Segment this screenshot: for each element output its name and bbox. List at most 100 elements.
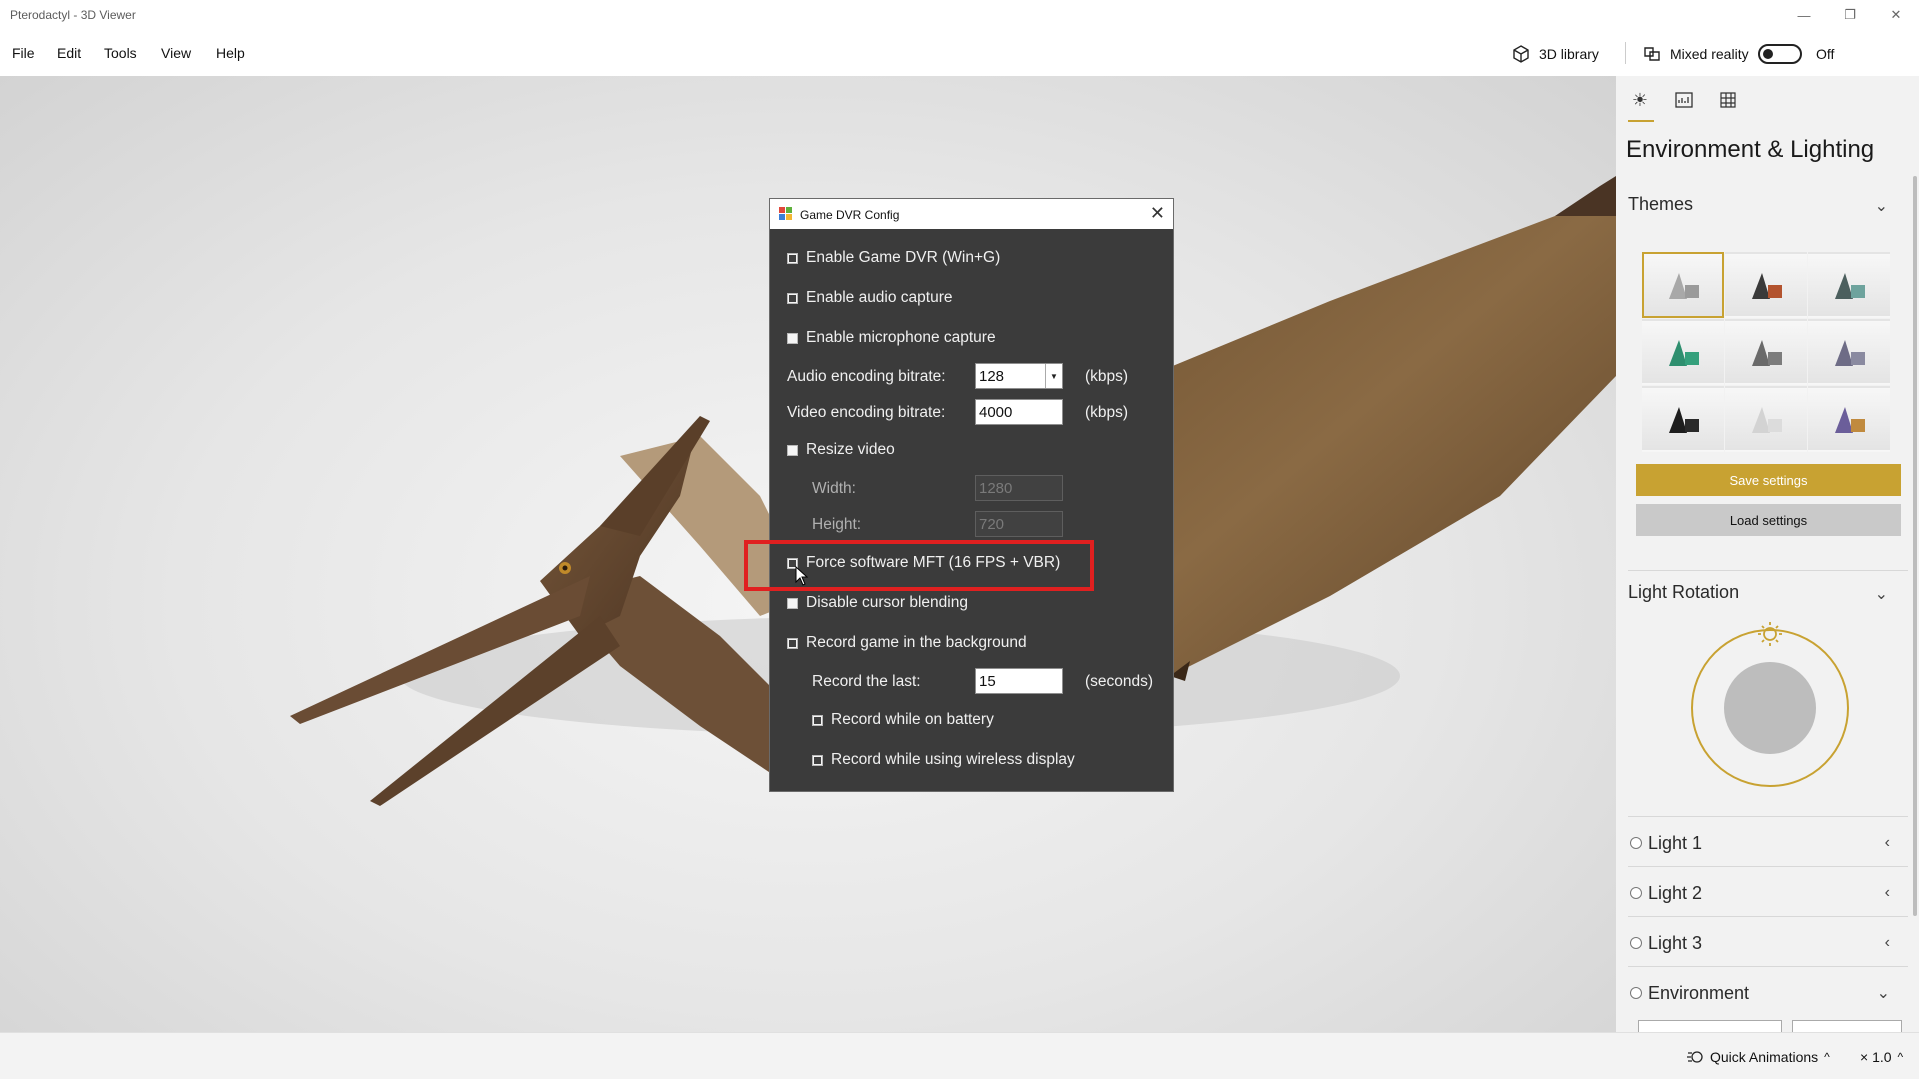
- environment-input[interactable]: [1638, 1020, 1782, 1032]
- height-input[interactable]: 720: [975, 511, 1063, 537]
- chevron-down-icon: ⌄: [1874, 586, 1888, 603]
- light-2-radio[interactable]: [1630, 887, 1642, 899]
- game-dvr-config-dialog: Game DVR Config ✕ Enable Game DVR (Win+G…: [769, 198, 1174, 792]
- enable-dvr-label: Enable Game DVR (Win+G): [806, 249, 1001, 266]
- video-bitrate-label: Video encoding bitrate:: [787, 404, 946, 421]
- 3d-library-label: 3D library: [1539, 46, 1599, 62]
- light-2-label: Light 2: [1648, 882, 1703, 903]
- light-rotation-dial[interactable]: [1686, 622, 1854, 792]
- section-divider: [1628, 916, 1908, 917]
- light-rotation-header[interactable]: Light Rotation ⌄: [1628, 582, 1900, 603]
- dialog-close-icon[interactable]: ✕: [1150, 203, 1165, 224]
- window-title: Pterodactyl - 3D Viewer: [10, 8, 136, 22]
- enable-mic-checkbox[interactable]: [787, 332, 798, 344]
- environment-row[interactable]: Environment ⌄: [1630, 978, 1902, 1008]
- enable-audio-label: Enable audio capture: [806, 289, 953, 306]
- record-last-input[interactable]: 15: [975, 668, 1063, 694]
- disable-cursor-checkbox-row[interactable]: Disable cursor blending: [787, 594, 968, 612]
- theme-swatch[interactable]: [1642, 319, 1724, 385]
- stats-tab-icon[interactable]: [1672, 88, 1696, 112]
- audio-bitrate-dropdown[interactable]: 128 ▼: [975, 363, 1063, 389]
- themes-header[interactable]: Themes ⌄: [1628, 194, 1900, 215]
- light-3-label: Light 3: [1648, 932, 1703, 953]
- theme-swatch[interactable]: [1725, 252, 1807, 318]
- width-input[interactable]: 1280: [975, 475, 1063, 501]
- theme-preview-icon: [1835, 407, 1865, 433]
- mixed-reality-toggle[interactable]: Off: [1758, 44, 1834, 64]
- light-rotation-label: Light Rotation: [1628, 582, 1740, 602]
- menu-edit[interactable]: Edit: [57, 45, 81, 61]
- active-tab-indicator: [1628, 120, 1654, 122]
- theme-swatch[interactable]: [1725, 319, 1807, 385]
- save-settings-button[interactable]: Save settings: [1636, 464, 1901, 496]
- chevron-up-icon: ^: [1897, 1050, 1904, 1064]
- animation-speed[interactable]: × 1.0 ^: [1860, 1049, 1903, 1065]
- record-wireless-checkbox-row[interactable]: Record while using wireless display: [812, 751, 1075, 769]
- height-label: Height:: [812, 516, 862, 533]
- theme-swatch[interactable]: [1808, 386, 1890, 452]
- grid-icon: [1720, 92, 1736, 108]
- theme-swatch[interactable]: [1725, 386, 1807, 452]
- enable-dvr-checkbox-row[interactable]: Enable Game DVR (Win+G): [787, 249, 1000, 267]
- dropdown-arrow-icon[interactable]: ▼: [1045, 364, 1062, 388]
- toggle-switch[interactable]: [1758, 44, 1802, 64]
- record-bg-checkbox[interactable]: [787, 637, 798, 649]
- sun-icon: [1758, 622, 1782, 646]
- menu-help[interactable]: Help: [216, 45, 245, 61]
- theme-preview-icon: [1669, 273, 1699, 299]
- theme-swatch[interactable]: [1808, 252, 1890, 318]
- record-battery-checkbox-row[interactable]: Record while on battery: [812, 711, 994, 729]
- restore-button[interactable]: ❐: [1827, 0, 1873, 30]
- light-2-row[interactable]: Light 2 ‹: [1630, 878, 1902, 908]
- section-divider: [1628, 816, 1908, 817]
- theme-swatch[interactable]: [1808, 319, 1890, 385]
- enable-mic-checkbox-row[interactable]: Enable microphone capture: [787, 329, 996, 347]
- sun-tab-icon[interactable]: ☀: [1628, 88, 1652, 112]
- record-battery-checkbox[interactable]: [812, 714, 823, 726]
- light-1-row[interactable]: Light 1 ‹: [1630, 828, 1902, 858]
- close-window-button[interactable]: ✕: [1873, 0, 1919, 30]
- theme-swatch[interactable]: [1642, 386, 1724, 452]
- audio-bitrate-value: 128: [979, 368, 1005, 385]
- minimize-button[interactable]: —: [1781, 0, 1827, 30]
- quick-animations-button[interactable]: Quick Animations ^: [1686, 1049, 1830, 1065]
- theme-swatch[interactable]: [1642, 252, 1724, 318]
- record-last-unit: (seconds): [1085, 673, 1154, 690]
- menu-tools[interactable]: Tools: [104, 45, 137, 61]
- environment-color-input[interactable]: [1792, 1020, 1902, 1032]
- menu-view[interactable]: View: [161, 45, 191, 61]
- enable-mic-label: Enable microphone capture: [806, 329, 996, 346]
- mixed-reality-state: Off: [1816, 46, 1835, 62]
- light-3-radio[interactable]: [1630, 937, 1642, 949]
- enable-audio-checkbox-row[interactable]: Enable audio capture: [787, 289, 953, 307]
- 3d-library-button[interactable]: 3D library: [1511, 44, 1599, 64]
- enable-audio-checkbox[interactable]: [787, 292, 798, 304]
- themes-label: Themes: [1628, 194, 1694, 214]
- enable-dvr-checkbox[interactable]: [787, 252, 798, 264]
- light-1-radio[interactable]: [1630, 837, 1642, 849]
- record-bg-checkbox-row[interactable]: Record game in the background: [787, 634, 1027, 652]
- menu-file[interactable]: File: [12, 45, 35, 61]
- theme-preview-icon: [1752, 273, 1782, 299]
- theme-grid: [1642, 252, 1892, 453]
- mixed-reality-button[interactable]: Mixed reality: [1642, 44, 1749, 64]
- disable-cursor-checkbox[interactable]: [787, 597, 798, 609]
- height-value: 720: [979, 516, 1005, 533]
- record-battery-label: Record while on battery: [831, 711, 994, 728]
- resize-video-checkbox[interactable]: [787, 444, 798, 456]
- chevron-left-icon: ‹: [1884, 834, 1890, 851]
- width-value: 1280: [979, 480, 1013, 497]
- video-bitrate-unit: (kbps): [1085, 404, 1129, 421]
- load-settings-button[interactable]: Load settings: [1636, 504, 1901, 536]
- menu-divider: [1625, 42, 1626, 64]
- record-wireless-checkbox[interactable]: [812, 754, 823, 766]
- panel-scrollbar[interactable]: [1913, 176, 1917, 916]
- light-3-row[interactable]: Light 3 ‹: [1630, 928, 1902, 958]
- resize-video-checkbox-row[interactable]: Resize video: [787, 441, 895, 459]
- grid-tab-icon[interactable]: [1716, 88, 1740, 112]
- video-bitrate-input[interactable]: 4000: [975, 399, 1063, 425]
- width-label: Width:: [812, 480, 856, 497]
- section-divider: [1628, 966, 1908, 967]
- environment-radio[interactable]: [1630, 987, 1642, 999]
- menu-bar: File Edit Tools View Help 3D library Mix…: [0, 30, 1919, 76]
